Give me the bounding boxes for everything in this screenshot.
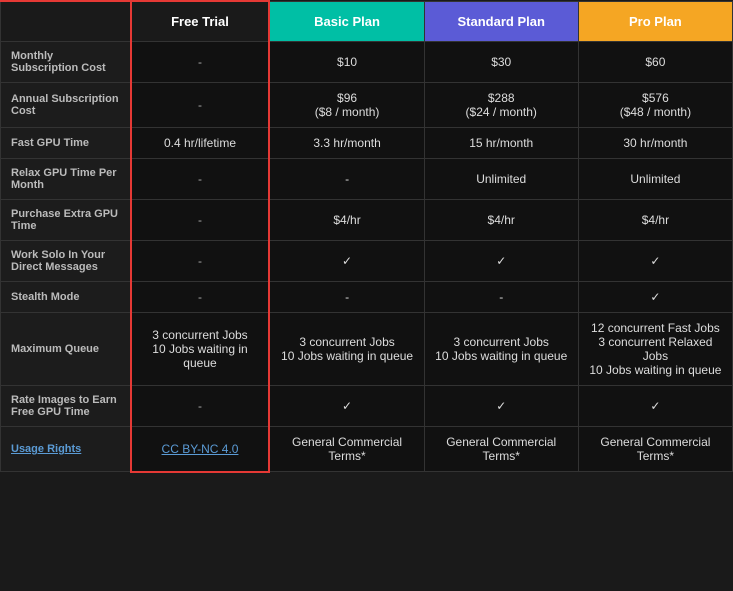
row-label: Relax GPU Time Per Month [1, 159, 131, 200]
basic-plan-cell: 3 concurrent Jobs10 Jobs waiting in queu… [269, 313, 424, 386]
pro-plan-cell: ✓ [578, 386, 732, 427]
basic-plan-cell: ✓ [269, 386, 424, 427]
pro-plan-cell: General Commercial Terms* [578, 427, 732, 472]
free-trial-cell: - [131, 200, 270, 241]
pro-plan-cell: $4/hr [578, 200, 732, 241]
free-trial-cell: - [131, 386, 270, 427]
pro-plan-cell: 12 concurrent Fast Jobs3 concurrent Rela… [578, 313, 732, 386]
standard-plan-cell: General Commercial Terms* [424, 427, 578, 472]
row-label: Maximum Queue [1, 313, 131, 386]
basic-plan-cell: - [269, 159, 424, 200]
basic-plan-cell: - [269, 282, 424, 313]
pro-plan-cell: $60 [578, 42, 732, 83]
table-row: Fast GPU Time0.4 hr/lifetime3.3 hr/month… [1, 128, 733, 159]
pro-plan-cell: Unlimited [578, 159, 732, 200]
row-label: Stealth Mode [1, 282, 131, 313]
table-row: Maximum Queue3 concurrent Jobs10 Jobs wa… [1, 313, 733, 386]
standard-plan-cell: $4/hr [424, 200, 578, 241]
row-label: Usage Rights [1, 427, 131, 472]
row-label: Fast GPU Time [1, 128, 131, 159]
basic-plan-cell: $96($8 / month) [269, 83, 424, 128]
pro-plan-cell: $576($48 / month) [578, 83, 732, 128]
pro-plan-cell: 30 hr/month [578, 128, 732, 159]
standard-plan-cell: Unlimited [424, 159, 578, 200]
standard-plan-cell: 15 hr/month [424, 128, 578, 159]
table-row: Work Solo In Your Direct Messages-✓✓✓ [1, 241, 733, 282]
row-label: Rate Images to Earn Free GPU Time [1, 386, 131, 427]
standard-plan-cell: $288($24 / month) [424, 83, 578, 128]
table-row: Stealth Mode---✓ [1, 282, 733, 313]
free-trial-cell: - [131, 282, 270, 313]
standard-plan-cell: $30 [424, 42, 578, 83]
header-standard-plan: Standard Plan [424, 1, 578, 42]
free-trial-cell: - [131, 83, 270, 128]
basic-plan-cell: 3.3 hr/month [269, 128, 424, 159]
header-empty [1, 1, 131, 42]
table-row: Purchase Extra GPU Time-$4/hr$4/hr$4/hr [1, 200, 733, 241]
table-row: Monthly Subscription Cost-$10$30$60 [1, 42, 733, 83]
free-trial-cell: 3 concurrent Jobs10 Jobs waiting in queu… [131, 313, 270, 386]
row-label: Purchase Extra GPU Time [1, 200, 131, 241]
standard-plan-cell: - [424, 282, 578, 313]
row-label: Work Solo In Your Direct Messages [1, 241, 131, 282]
standard-plan-cell: 3 concurrent Jobs10 Jobs waiting in queu… [424, 313, 578, 386]
free-trial-cell: 0.4 hr/lifetime [131, 128, 270, 159]
comparison-table-container: Free Trial Basic Plan Standard Plan Pro … [0, 0, 733, 473]
row-label: Monthly Subscription Cost [1, 42, 131, 83]
header-free-trial: Free Trial [131, 1, 270, 42]
basic-plan-cell: ✓ [269, 241, 424, 282]
free-trial-cell: CC BY-NC 4.0 [131, 427, 270, 472]
table-row: Annual Subscription Cost-$96($8 / month)… [1, 83, 733, 128]
header-pro-plan: Pro Plan [578, 1, 732, 42]
usage-rights-link[interactable]: Usage Rights [11, 443, 81, 455]
free-trial-cell: - [131, 42, 270, 83]
table-row: Rate Images to Earn Free GPU Time-✓✓✓ [1, 386, 733, 427]
pro-plan-cell: ✓ [578, 241, 732, 282]
pricing-table: Free Trial Basic Plan Standard Plan Pro … [0, 0, 733, 473]
pro-plan-cell: ✓ [578, 282, 732, 313]
row-label: Annual Subscription Cost [1, 83, 131, 128]
free-trial-cell: - [131, 159, 270, 200]
header-basic-plan: Basic Plan [269, 1, 424, 42]
basic-plan-cell: $10 [269, 42, 424, 83]
basic-plan-cell: General Commercial Terms* [269, 427, 424, 472]
table-row: Relax GPU Time Per Month--UnlimitedUnlim… [1, 159, 733, 200]
standard-plan-cell: ✓ [424, 241, 578, 282]
free-trial-usage-link[interactable]: CC BY-NC 4.0 [162, 442, 239, 456]
standard-plan-cell: ✓ [424, 386, 578, 427]
table-row: Usage Rights CC BY-NC 4.0 General Commerci… [1, 427, 733, 472]
basic-plan-cell: $4/hr [269, 200, 424, 241]
free-trial-cell: - [131, 241, 270, 282]
